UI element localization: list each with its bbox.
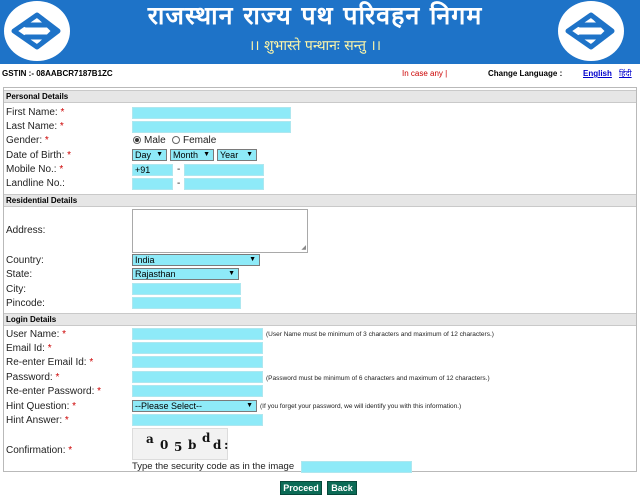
captcha-char: :	[224, 438, 228, 452]
mobile-dash: -	[177, 164, 180, 176]
username-hint: (User Name must be minimum of 3 characte…	[266, 330, 494, 340]
dob-month-select[interactable]: Month▼	[170, 149, 214, 161]
email-label: Email Id: *	[6, 343, 52, 355]
country-select[interactable]: India▼	[132, 254, 260, 266]
header-banner: राजस्थान राज्य पथ परिवहन निगम ।। शुभास्त…	[0, 0, 640, 64]
captcha-char: b	[188, 438, 196, 452]
mobile-code-input[interactable]: +91	[132, 164, 173, 176]
resize-grip-icon[interactable]: ◢	[301, 245, 306, 251]
captcha-image: a 0 5 b d d :	[132, 428, 228, 460]
email-input[interactable]	[132, 342, 263, 354]
english-language-link[interactable]: English	[583, 64, 612, 84]
section-personal-details: Personal Details	[4, 90, 636, 103]
hint-answer-label: Hint Answer: *	[6, 415, 69, 427]
security-code-label: Type the security code as in the image	[132, 461, 294, 473]
dob-label: Date of Birth: *	[6, 150, 71, 162]
landline-code-input[interactable]	[132, 178, 173, 190]
address-label: Address:	[6, 225, 45, 237]
section-residential-details: Residential Details	[4, 194, 636, 207]
reenter-email-label: Re-enter Email Id: *	[6, 357, 93, 369]
registration-form: Personal Details First Name: * Last Name…	[3, 87, 637, 472]
pincode-label: Pincode:	[6, 298, 45, 310]
dropdown-arrow-icon: ▼	[203, 150, 210, 160]
rsrtc-logo-right	[558, 1, 624, 61]
landline-label: Landline No.:	[6, 178, 65, 190]
radio-unselected-icon	[172, 136, 180, 144]
gender-male-radio[interactable]: Male	[133, 135, 166, 147]
username-label: User Name: *	[6, 329, 66, 341]
hindi-language-link[interactable]: हिंदी	[619, 64, 632, 84]
hint-answer-input[interactable]	[132, 414, 263, 426]
banner-motto: ।। शुभास्ते पन्थानः सन्तु ।।	[80, 36, 550, 56]
captcha-char: a	[146, 432, 154, 446]
rsrtc-logo-left	[4, 1, 70, 61]
reenter-password-label: Re-enter Password: *	[6, 386, 101, 398]
captcha-char: d	[213, 438, 222, 452]
dropdown-arrow-icon: ▼	[249, 255, 256, 265]
password-hint: (Password must be minimum of 6 character…	[266, 374, 490, 384]
proceed-button[interactable]: Proceed	[280, 481, 322, 495]
captcha-char: 0	[160, 438, 168, 452]
city-label: City:	[6, 284, 26, 296]
gender-label: Gender: *	[6, 135, 49, 147]
mobile-number-input[interactable]	[184, 164, 264, 176]
back-button[interactable]: Back	[327, 481, 357, 495]
username-input[interactable]	[132, 328, 263, 340]
hint-question-select[interactable]: --Please Select--▼	[132, 400, 257, 412]
state-select[interactable]: Rajasthan▼	[132, 268, 239, 280]
section-login-details: Login Details	[4, 313, 636, 326]
pincode-input[interactable]	[132, 297, 241, 309]
dropdown-arrow-icon: ▼	[156, 150, 163, 160]
banner-title: राजस्थान राज्य पथ परिवहन निगम	[80, 0, 550, 32]
first-name-label: First Name: *	[6, 107, 64, 119]
reenter-email-input[interactable]	[132, 356, 263, 368]
city-input[interactable]	[132, 283, 241, 295]
landline-dash: -	[177, 178, 180, 190]
change-language-label: Change Language :	[488, 64, 562, 84]
in-case-text: In case any |	[402, 64, 447, 84]
gender-female-radio[interactable]: Female	[172, 135, 216, 147]
first-name-input[interactable]	[132, 107, 291, 119]
dob-day-select[interactable]: Day▼	[132, 149, 167, 161]
hint-question-label: Hint Question: *	[6, 401, 76, 413]
landline-number-input[interactable]	[184, 178, 264, 190]
dropdown-arrow-icon: ▼	[246, 150, 253, 160]
address-textarea[interactable]: ◢	[132, 209, 308, 253]
state-label: State:	[6, 269, 32, 281]
reenter-password-input[interactable]	[132, 385, 263, 397]
radio-selected-icon	[133, 136, 141, 144]
password-label: Password: *	[6, 372, 59, 384]
captcha-char: 5	[174, 440, 182, 454]
dropdown-arrow-icon: ▼	[228, 269, 235, 279]
last-name-input[interactable]	[132, 121, 291, 133]
security-code-input[interactable]	[301, 461, 412, 473]
last-name-label: Last Name: *	[6, 121, 64, 133]
confirmation-label: Confirmation: *	[6, 445, 72, 457]
captcha-char: d	[202, 431, 211, 445]
country-label: Country:	[6, 255, 44, 267]
dropdown-arrow-icon: ▼	[246, 401, 253, 411]
dob-year-select[interactable]: Year▼	[217, 149, 257, 161]
mobile-label: Mobile No.: *	[6, 164, 63, 176]
info-bar: GSTIN :- 08AABCR7187B1ZC In case any | C…	[0, 64, 640, 84]
password-input[interactable]	[132, 371, 263, 383]
gstin-text: GSTIN :- 08AABCR7187B1ZC	[2, 64, 113, 84]
hint-question-note: (If you forget your password, we will id…	[260, 402, 461, 412]
